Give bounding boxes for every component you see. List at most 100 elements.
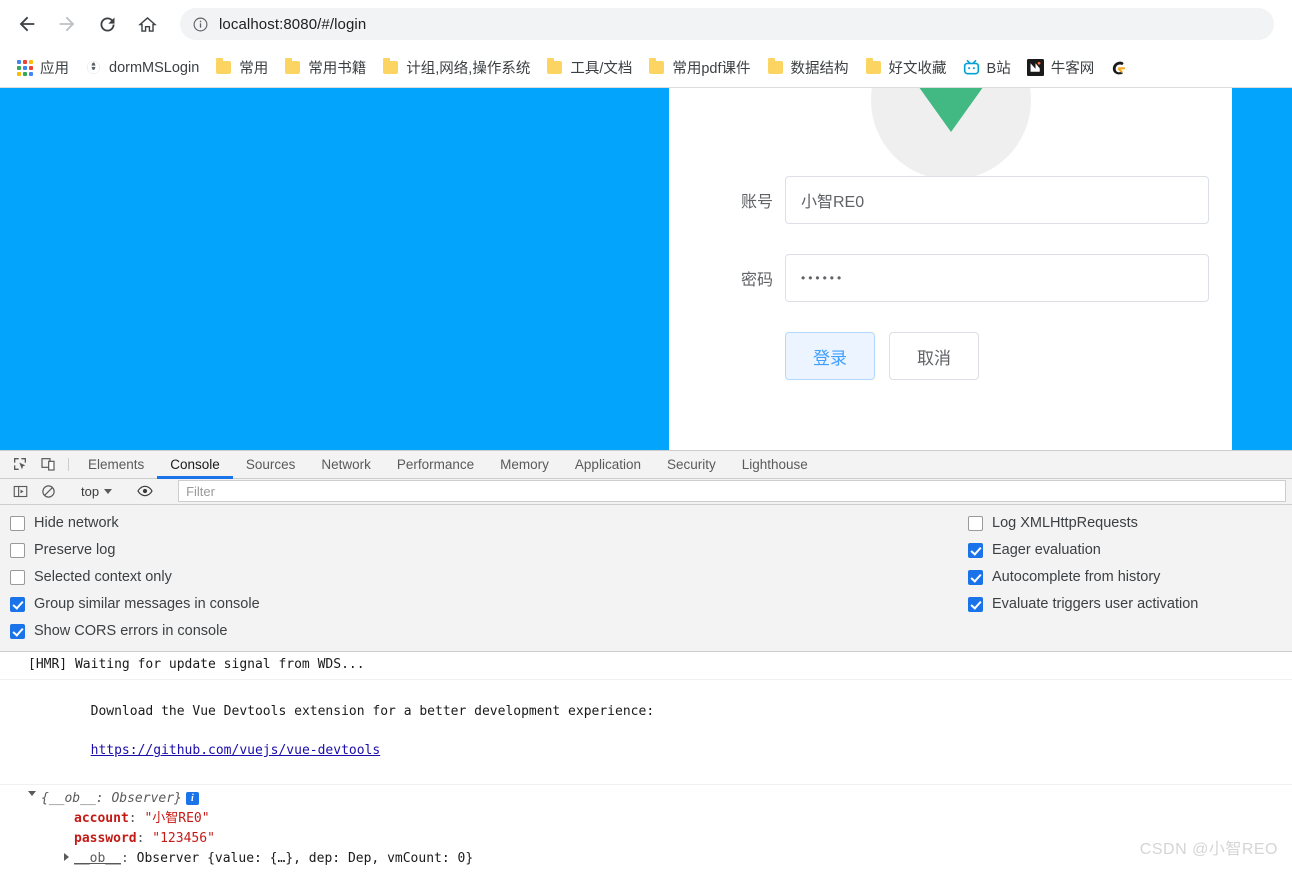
browser-chrome: localhost:8080/#/login 应用 dormMSLogin 常用… — [0, 0, 1292, 88]
forward-button[interactable] — [50, 7, 84, 41]
address-bar[interactable]: localhost:8080/#/login — [180, 8, 1274, 40]
home-icon — [137, 16, 157, 32]
setting-label: Selected context only — [34, 569, 172, 586]
bookmark-dormmslogin[interactable]: dormMSLogin — [77, 56, 207, 79]
setting-hide-network[interactable]: Hide network — [10, 515, 260, 531]
console-object-observer: {__ob__: Observer} i account: "小智RE0" pas… — [0, 785, 1292, 865]
execution-context-selector[interactable]: top — [75, 484, 118, 499]
tab-security[interactable]: Security — [654, 451, 729, 478]
setting-evaluate-triggers-user-activation[interactable]: Evaluate triggers user activation — [968, 596, 1198, 612]
setting-eager-evaluation[interactable]: Eager evaluation — [968, 542, 1198, 558]
tab-application[interactable]: Application — [562, 451, 654, 478]
property-key: password — [74, 831, 137, 847]
home-button[interactable] — [130, 7, 164, 41]
devtools-tabbar: Elements Console Sources Network Perform… — [0, 451, 1292, 479]
bookmark-nowcoder[interactable]: 牛客网 — [1019, 54, 1103, 81]
tab-memory[interactable]: Memory — [487, 451, 562, 478]
cancel-button[interactable]: 取消 — [889, 332, 979, 380]
tab-sources[interactable]: Sources — [233, 451, 309, 478]
filter-input[interactable]: Filter — [178, 480, 1286, 503]
setting-selected-context-only[interactable]: Selected context only — [10, 569, 260, 585]
bookmark-label: B站 — [986, 61, 1011, 77]
bookmark-bilibili[interactable]: B站 — [955, 54, 1019, 81]
bookmark-folder-haowen[interactable]: 好文收藏 — [857, 54, 955, 81]
live-expression-button[interactable] — [131, 483, 159, 499]
vue-devtools-link[interactable]: https://github.com/vuejs/vue-devtools — [91, 743, 381, 758]
bookmark-sogou[interactable] — [1102, 56, 1142, 79]
tab-console[interactable]: Console — [157, 451, 233, 479]
console-sidebar-icon — [13, 485, 27, 498]
property-value: Observer {value: {…}, dep: Dep, vmCount:… — [136, 851, 474, 866]
bilibili-icon — [963, 59, 980, 76]
clear-console-icon — [41, 485, 55, 498]
tab-lighthouse[interactable]: Lighthouse — [729, 451, 821, 478]
password-input[interactable]: •••••• — [785, 254, 1209, 302]
bookmark-label: 常用 — [239, 61, 269, 77]
object-header-text: {__ob__: Observer} — [41, 791, 182, 807]
bookmark-label: 应用 — [40, 61, 69, 77]
bookmark-folder-jizu[interactable]: 计组,网络,操作系统 — [374, 54, 538, 81]
arrow-right-icon — [59, 16, 75, 32]
checkbox-checked-icon[interactable] — [968, 569, 983, 585]
back-button[interactable] — [10, 7, 44, 41]
bookmark-label: dormMSLogin — [109, 59, 200, 76]
bookmark-folder-pdf[interactable]: 常用pdf课件 — [640, 54, 758, 81]
bookmark-label: 计组,网络,操作系统 — [406, 61, 531, 77]
url-text: localhost:8080/#/login — [219, 15, 367, 33]
checkbox-icon[interactable] — [10, 569, 25, 585]
reload-icon — [100, 16, 114, 31]
tab-network[interactable]: Network — [308, 451, 384, 478]
console-sidebar-button[interactable] — [6, 484, 34, 499]
property-colon: : — [128, 811, 145, 827]
console-settings-right: Log XMLHttpRequests Eager evaluation Aut… — [968, 515, 1198, 612]
tab-performance[interactable]: Performance — [384, 451, 487, 478]
bookmark-folder-changyongshuji[interactable]: 常用书籍 — [276, 54, 374, 81]
inspect-element-icon — [14, 458, 26, 471]
console-output[interactable]: [HMR] Waiting for update signal from WDS… — [0, 652, 1292, 866]
setting-show-cors-errors[interactable]: Show CORS errors in console — [10, 623, 260, 639]
account-input[interactable]: 小智RE0 — [785, 176, 1209, 224]
bookmark-label: 数据结构 — [790, 61, 849, 77]
bookmark-folder-shujujiegou[interactable]: 数据结构 — [759, 54, 857, 81]
sogou-icon — [1110, 59, 1127, 76]
setting-preserve-log[interactable]: Preserve log — [10, 542, 260, 558]
checkbox-checked-icon[interactable] — [968, 596, 983, 612]
setting-log-xmlhttprequests[interactable]: Log XMLHttpRequests — [968, 515, 1198, 531]
property-key: __ob__ — [74, 851, 121, 866]
bookmark-folder-changyong[interactable]: 常用 — [207, 54, 276, 81]
live-expression-icon — [137, 486, 153, 497]
folder-icon — [284, 58, 301, 76]
console-settings: Hide network Preserve log Selected conte… — [0, 505, 1292, 653]
inspect-element-button[interactable] — [6, 451, 34, 478]
checkbox-checked-icon[interactable] — [10, 596, 25, 612]
checkbox-checked-icon[interactable] — [968, 542, 983, 558]
reload-button[interactable] — [90, 7, 124, 41]
account-label: 账号 — [740, 194, 773, 211]
setting-group-similar-messages[interactable]: Group similar messages in console — [10, 596, 260, 612]
setting-autocomplete-from-history[interactable]: Autocomplete from history — [968, 569, 1198, 585]
bookmark-apps[interactable]: 应用 — [8, 54, 77, 81]
login-button[interactable]: 登录 — [785, 332, 875, 380]
page-info-icon[interactable] — [192, 16, 209, 33]
checkbox-icon[interactable] — [10, 542, 25, 558]
property-value: "123456" — [152, 831, 215, 847]
login-panel: 账号 小智RE0 密码 •••••• 登录 取消 — [669, 88, 1232, 450]
expand-arrow-icon[interactable] — [28, 791, 36, 800]
expand-arrow-icon[interactable] — [64, 853, 69, 862]
device-toolbar-button[interactable] — [34, 451, 62, 478]
tab-elements[interactable]: Elements — [75, 451, 157, 478]
device-toolbar-icon — [41, 458, 55, 472]
object-property-password: password: "123456" — [28, 829, 1282, 849]
bookmark-folder-gongju[interactable]: 工具/文档 — [538, 54, 640, 81]
object-header-row[interactable]: {__ob__: Observer} i — [28, 789, 1282, 809]
toolbar-divider — [68, 458, 69, 471]
execution-context-value: top — [81, 483, 100, 499]
checkbox-checked-icon[interactable] — [10, 623, 25, 639]
object-property-ob[interactable]: __ob__: Observer {value: {…}, dep: Dep, … — [28, 849, 1282, 865]
checkbox-icon[interactable] — [968, 515, 983, 531]
password-label: 密码 — [740, 272, 773, 289]
arrow-left-icon — [19, 16, 35, 32]
checkbox-icon[interactable] — [10, 515, 25, 531]
clear-console-button[interactable] — [34, 484, 62, 499]
info-icon[interactable]: i — [185, 792, 199, 806]
